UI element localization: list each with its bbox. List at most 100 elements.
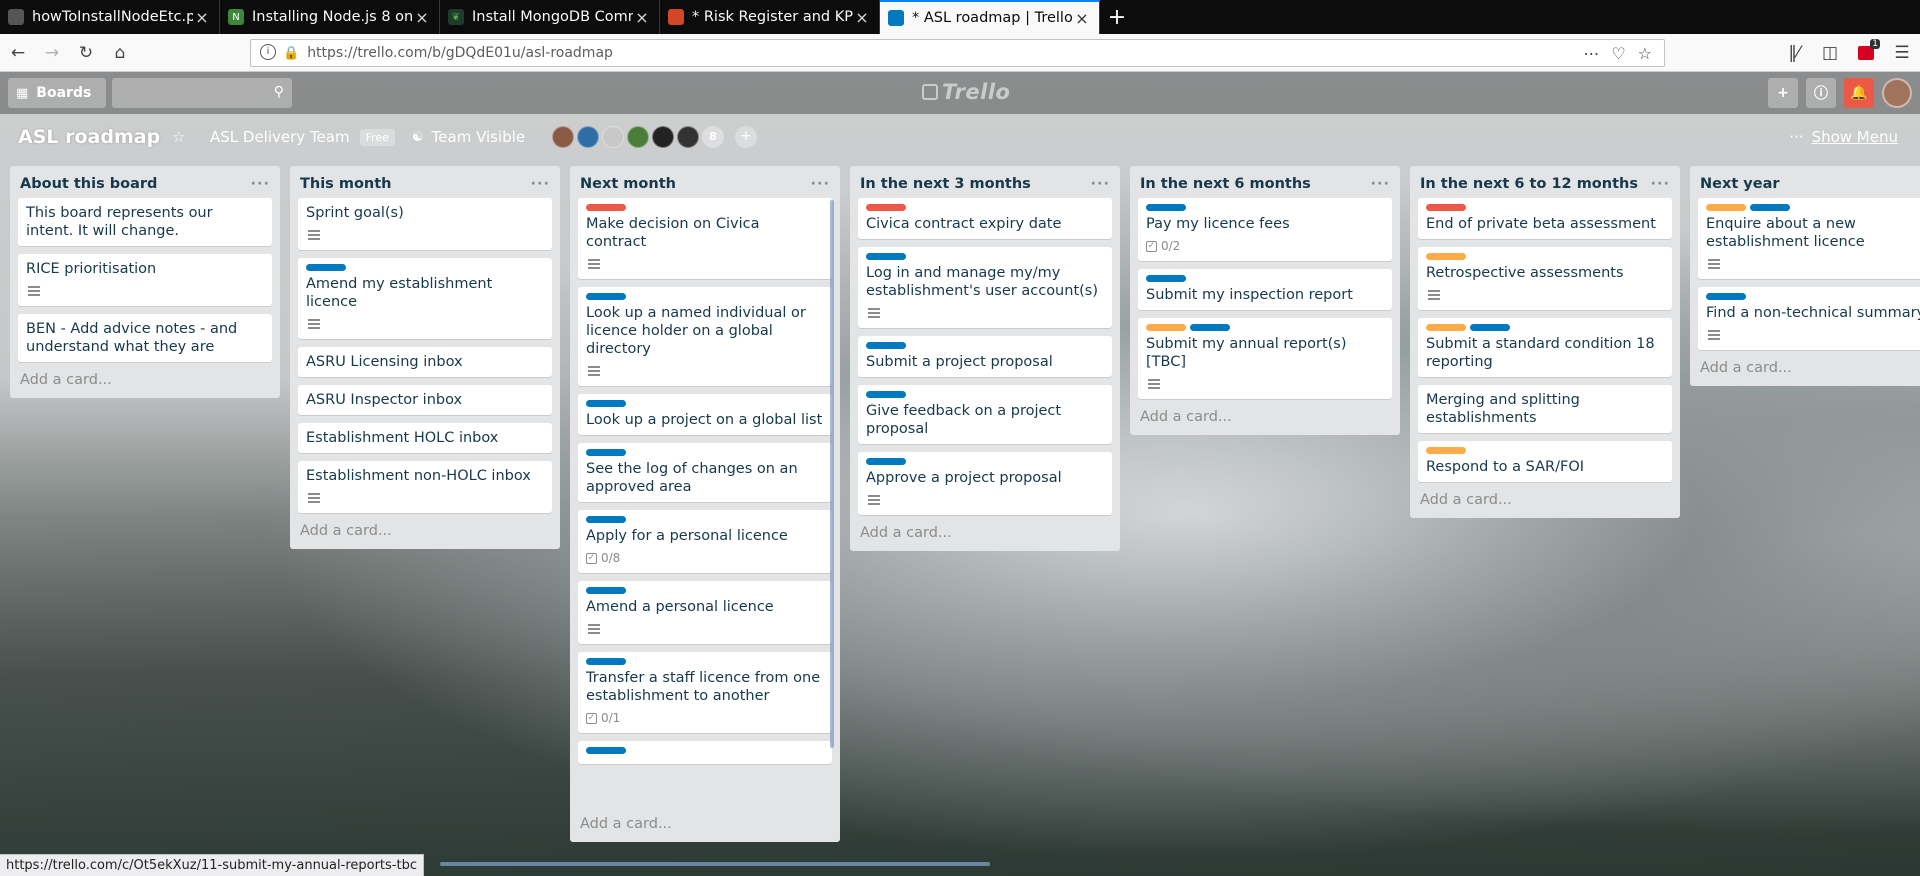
close-tab-icon[interactable]: × <box>633 8 651 27</box>
list-title[interactable]: About this board <box>20 176 157 192</box>
browser-tab[interactable]: * Risk Register and KPIs × <box>660 0 880 34</box>
card[interactable]: Log in and manage my/my establishment's … <box>858 247 1112 328</box>
card[interactable]: Give feedback on a project proposal <box>858 385 1112 444</box>
list-header[interactable]: In the next 3 months ··· <box>858 166 1112 198</box>
card[interactable]: Enquire about a new establishment licenc… <box>1698 198 1920 279</box>
card[interactable]: Amend a personal licence <box>578 581 832 644</box>
trello-logo[interactable]: Trello <box>922 80 1010 104</box>
list-header[interactable]: About this board ··· <box>18 166 272 198</box>
bookmark-star-icon[interactable]: ☆ <box>1638 44 1652 63</box>
list-header[interactable]: This month ··· <box>298 166 552 198</box>
card[interactable]: Establishment HOLC inbox <box>298 423 552 453</box>
back-button[interactable]: ← <box>2 37 34 69</box>
card[interactable]: Submit a standard condition 18 reporting <box>1418 318 1672 377</box>
list-menu-icon[interactable]: ··· <box>1090 176 1110 192</box>
create-button[interactable]: + <box>1768 78 1798 108</box>
add-card-button[interactable]: Add a card... <box>1418 482 1672 510</box>
visibility-button[interactable]: ☯ Team Visible <box>412 128 525 146</box>
card[interactable]: Apply for a personal licence ✓ 0/8 <box>578 510 832 573</box>
list-title[interactable]: This month <box>300 176 392 192</box>
member-avatar[interactable] <box>552 126 574 148</box>
list-title[interactable]: In the next 3 months <box>860 176 1031 192</box>
browser-tab[interactable]: ❦ Install MongoDB Commu × <box>440 0 660 34</box>
browser-tab-active[interactable]: * ASL roadmap | Trello × <box>880 0 1100 34</box>
list-menu-icon[interactable]: ··· <box>810 176 830 192</box>
list-header[interactable]: Next month ··· <box>578 166 832 198</box>
card[interactable]: BEN - Add advice notes - and understand … <box>18 314 272 362</box>
card[interactable]: Look up a project on a global list <box>578 394 832 435</box>
list-menu-icon[interactable]: ··· <box>1650 176 1670 192</box>
member-avatar[interactable] <box>677 126 699 148</box>
url-text[interactable]: https://trello.com/b/gDQdE01u/asl-roadma… <box>307 45 1583 61</box>
card[interactable]: RICE prioritisation <box>18 254 272 306</box>
close-tab-icon[interactable]: × <box>853 8 871 27</box>
close-tab-icon[interactable]: × <box>1073 9 1091 28</box>
page-actions-icon[interactable]: ⋯ <box>1583 44 1599 63</box>
member-avatar[interactable] <box>602 126 624 148</box>
add-card-button[interactable]: Add a card... <box>578 806 832 834</box>
new-tab-button[interactable]: + <box>1100 0 1134 34</box>
list-title[interactable]: In the next 6 months <box>1140 176 1311 192</box>
list-title[interactable]: Next year <box>1700 176 1780 192</box>
menu-icon[interactable]: ☰ <box>1886 37 1918 69</box>
browser-tab[interactable]: howToInstallNodeEtc.pdf × <box>0 0 220 34</box>
card[interactable]: End of private beta assessment <box>1418 198 1672 239</box>
add-card-button[interactable]: Add a card... <box>1698 350 1920 378</box>
card[interactable]: ASRU Licensing inbox <box>298 347 552 377</box>
add-card-button[interactable]: Add a card... <box>18 362 272 390</box>
star-icon[interactable]: ☆ <box>172 128 185 146</box>
card[interactable]: Look up a named individual or licence ho… <box>578 287 832 386</box>
notifications-bell-icon[interactable]: 🔔 <box>1844 78 1874 108</box>
pocket-icon[interactable]: ♡ <box>1611 44 1625 63</box>
card[interactable]: Merging and splitting establishments <box>1418 385 1672 433</box>
list-title[interactable]: Next month <box>580 176 676 192</box>
member-avatar[interactable] <box>652 126 674 148</box>
card[interactable]: Find a non-technical summary <box>1698 287 1920 350</box>
add-card-button[interactable]: Add a card... <box>298 513 552 541</box>
card[interactable]: Transfer a staff licence from one establ… <box>578 652 832 733</box>
member-avatar[interactable] <box>577 126 599 148</box>
close-tab-icon[interactable]: × <box>413 8 431 27</box>
add-card-button[interactable]: Add a card... <box>858 515 1112 543</box>
home-button[interactable]: ⌂ <box>104 37 136 69</box>
card[interactable]: Pay my licence fees ✓ 0/2 <box>1138 198 1392 261</box>
card[interactable]: Retrospective assessments <box>1418 247 1672 310</box>
list-header[interactable]: Next year··· <box>1698 166 1920 198</box>
browser-tab[interactable]: N Installing Node.js 8 on Li × <box>220 0 440 34</box>
add-member-icon[interactable]: + <box>735 126 757 148</box>
card[interactable]: Submit my annual report(s) [TBC] <box>1138 318 1392 399</box>
card[interactable]: Submit my inspection report <box>1138 269 1392 310</box>
list-menu-icon[interactable]: ··· <box>530 176 550 192</box>
card[interactable]: Establishment non-HOLC inbox <box>298 461 552 513</box>
info-icon[interactable]: i <box>260 44 276 60</box>
list-menu-icon[interactable]: ··· <box>250 176 270 192</box>
info-icon[interactable]: ⓘ <box>1806 78 1836 108</box>
card[interactable]: ASRU Inspector inbox <box>298 385 552 415</box>
card[interactable]: Sprint goal(s) <box>298 198 552 250</box>
avatar[interactable] <box>1882 78 1912 108</box>
close-tab-icon[interactable]: × <box>193 8 211 27</box>
card[interactable]: Respond to a SAR/FOI <box>1418 441 1672 482</box>
add-card-button[interactable]: Add a card... <box>1138 399 1392 427</box>
list-scrollbar[interactable] <box>830 200 834 748</box>
library-icon[interactable]: ‖⁄ <box>1778 37 1810 69</box>
member-avatar[interactable] <box>627 126 649 148</box>
search-input[interactable]: ⚲ <box>112 78 292 108</box>
card[interactable]: This board represents our intent. It wil… <box>18 198 272 246</box>
sidebar-icon[interactable]: ◫ <box>1814 37 1846 69</box>
member-count-badge[interactable]: 8 <box>702 126 724 148</box>
list-header[interactable]: In the next 6 months ··· <box>1138 166 1392 198</box>
extension-icon[interactable]: 1 <box>1850 37 1882 69</box>
card[interactable]: Approve a project proposal <box>858 452 1112 515</box>
boards-button[interactable]: ▦ Boards <box>8 78 106 108</box>
card[interactable]: Make decision on Civica contract <box>578 198 832 279</box>
list-header[interactable]: In the next 6 to 12 months ··· <box>1418 166 1672 198</box>
url-bar[interactable]: i 🔒 https://trello.com/b/gDQdE01u/asl-ro… <box>250 39 1665 67</box>
list-title[interactable]: In the next 6 to 12 months <box>1420 176 1638 192</box>
board-horizontal-scrollbar[interactable] <box>440 862 990 866</box>
card[interactable]: Amend my establishment licence <box>298 258 552 339</box>
show-menu-link[interactable]: ··· Show Menu <box>1789 128 1898 146</box>
forward-button[interactable]: → <box>36 37 68 69</box>
list-menu-icon[interactable]: ··· <box>1370 176 1390 192</box>
card[interactable] <box>578 741 832 764</box>
